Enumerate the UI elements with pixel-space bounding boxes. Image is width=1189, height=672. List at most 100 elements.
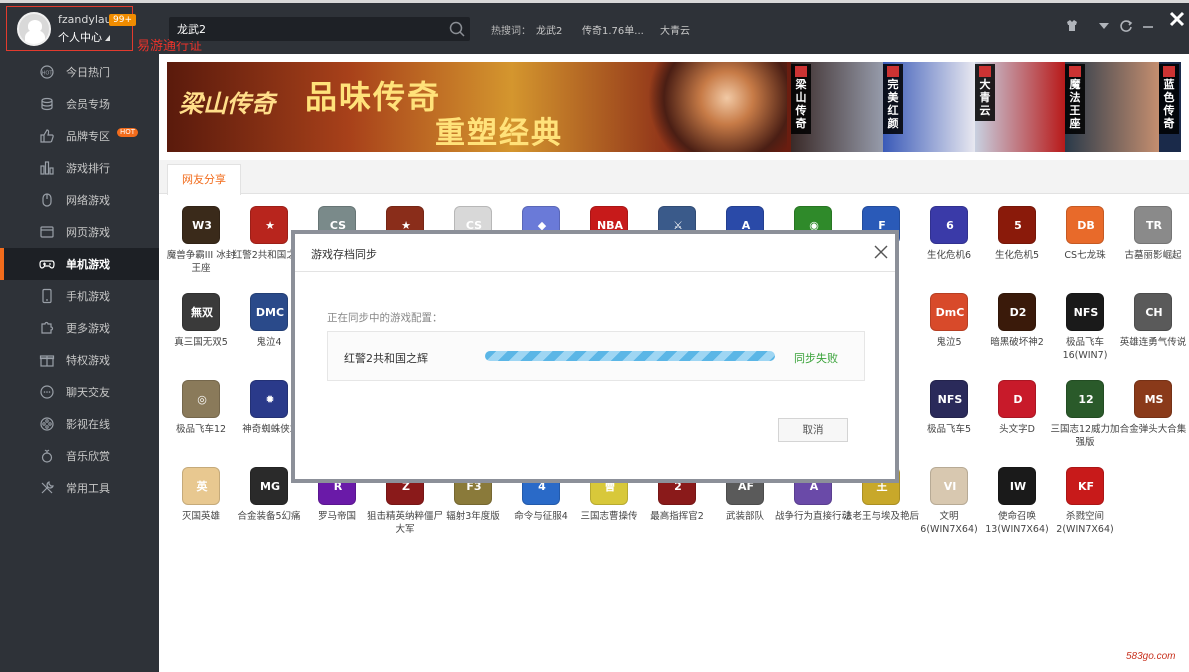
game-icon[interactable]: DB: [1066, 206, 1104, 244]
game-icon[interactable]: NFS: [930, 380, 968, 418]
game-icon[interactable]: CH: [1134, 293, 1172, 331]
close-icon[interactable]: [1166, 8, 1188, 30]
game-icon[interactable]: 無双: [182, 293, 220, 331]
gift-icon: [39, 355, 55, 367]
game-item[interactable]: DmC 鬼泣5: [915, 293, 983, 373]
game-icon-glyph: D: [1013, 393, 1023, 406]
game-item[interactable]: VI 文明6(WIN7X64): [915, 467, 983, 547]
game-icon[interactable]: 6: [930, 206, 968, 244]
game-item[interactable]: NFS 极品飞车16(WIN7): [1051, 293, 1119, 373]
game-label: 生化危机6: [926, 250, 972, 261]
game-icon[interactable]: DmC: [930, 293, 968, 331]
game-icon[interactable]: DMC: [250, 293, 288, 331]
sidebar-item-vip[interactable]: 会员专场: [0, 88, 159, 120]
promo-banner[interactable]: 梁山传奇 品味传奇 重塑经典 梁山传奇 完美红颜 大青云 魔法王座 蓝色传奇: [167, 62, 1181, 152]
game-icon[interactable]: MG: [250, 467, 288, 505]
search-input[interactable]: [177, 22, 437, 36]
message-badge[interactable]: 99+: [109, 14, 136, 26]
avatar[interactable]: [17, 12, 51, 46]
game-icon[interactable]: ★: [250, 206, 288, 244]
sidebar-item-online-games[interactable]: 网络游戏: [0, 184, 159, 216]
game-label: 灭国英雄: [181, 511, 220, 522]
game-icon[interactable]: VI: [930, 467, 968, 505]
sidebar-item-web-games[interactable]: 网页游戏: [0, 216, 159, 248]
tab-user-share[interactable]: 网友分享: [167, 164, 241, 195]
hot-icon: HOT: [40, 65, 54, 79]
game-label: 古墓丽影崛起: [1124, 250, 1182, 261]
hot-word[interactable]: 龙武2: [536, 22, 562, 37]
game-item[interactable]: W3 魔兽争霸III 冰封王座: [167, 206, 235, 286]
game-item[interactable]: DB CS七龙珠: [1051, 206, 1119, 286]
game-icon[interactable]: MS: [1134, 380, 1172, 418]
minimize-icon[interactable]: [1140, 18, 1156, 34]
game-icon[interactable]: ◎: [182, 380, 220, 418]
game-label: 命令与征服4: [514, 511, 568, 522]
sidebar-item-ranking[interactable]: 游戏排行: [0, 152, 159, 184]
game-item[interactable]: 英灭国英雄: [167, 467, 235, 547]
search-icon[interactable]: [448, 20, 466, 38]
game-icon-glyph: D2: [1009, 306, 1027, 319]
game-label: 三国志曹操传: [580, 511, 638, 522]
game-icon-glyph: MS: [1144, 393, 1164, 406]
game-icon-glyph: MG: [260, 480, 280, 493]
skin-icon[interactable]: [1064, 18, 1080, 34]
refresh-icon[interactable]: [1118, 18, 1134, 34]
cancel-button[interactable]: 取消: [778, 418, 848, 442]
banner-character-image: [637, 62, 787, 152]
sidebar-item-mobile-games[interactable]: 手机游戏: [0, 280, 159, 312]
game-item[interactable]: ◎ 极品飞车12: [167, 380, 235, 460]
game-item[interactable]: TR 古墓丽影崛起: [1119, 206, 1187, 286]
game-item[interactable]: 12 三国志12威力加强版: [1050, 380, 1120, 460]
chat-icon: [40, 385, 54, 399]
game-item[interactable]: 6 生化危机6: [915, 206, 983, 286]
game-icon-glyph: 6: [946, 219, 954, 232]
game-icon[interactable]: NFS: [1066, 293, 1104, 331]
sidebar-item-video[interactable]: 影视在线: [0, 408, 159, 440]
dropdown-icon[interactable]: [1096, 18, 1112, 34]
game-icon[interactable]: KF: [1066, 467, 1104, 505]
hot-word[interactable]: 传奇1.76单...: [582, 22, 644, 37]
promo-thumb[interactable]: 大青云: [975, 62, 1065, 152]
game-item[interactable]: D 头文字D: [983, 380, 1051, 460]
promo-thumb[interactable]: 魔法王座: [1065, 62, 1161, 152]
sidebar-item-brand[interactable]: 品牌专区 HOT: [0, 120, 159, 152]
game-icon[interactable]: W3: [182, 206, 220, 244]
promo-thumb[interactable]: 梁山传奇: [791, 62, 887, 152]
sidebar-item-chat[interactable]: 聊天交友: [0, 376, 159, 408]
game-icon[interactable]: ✹: [250, 380, 288, 418]
sidebar-item-single-player[interactable]: 单机游戏: [0, 248, 159, 280]
sidebar-item-music[interactable]: 音乐欣赏: [0, 440, 159, 472]
game-item[interactable]: NFS 极品飞车5: [915, 380, 983, 460]
game-icon-glyph: ◎: [197, 393, 207, 406]
user-center-link[interactable]: 个人中心: [58, 29, 110, 45]
game-item[interactable]: 無双 真三国无双5: [167, 293, 235, 373]
profile-box[interactable]: fzandylau 99+ 个人中心: [6, 6, 136, 51]
sidebar-item-more-games[interactable]: 更多游戏: [0, 312, 159, 344]
hot-word[interactable]: 大青云: [660, 22, 690, 37]
game-icon[interactable]: D2: [998, 293, 1036, 331]
search-box[interactable]: [169, 17, 470, 41]
title-bar: fzandylau 99+ 个人中心 易游通行证 热搜词： 龙武2 传奇1.76…: [0, 0, 1189, 54]
game-icon[interactable]: 12: [1066, 380, 1104, 418]
game-label: 战争行为直接行动: [775, 511, 852, 522]
sidebar-item-today-hot[interactable]: HOT 今日热门: [0, 56, 159, 88]
promo-thumb[interactable]: 完美红颜: [883, 62, 975, 152]
sidebar-item-privilege[interactable]: 特权游戏: [0, 344, 159, 376]
game-item[interactable]: D2 暗黑破坏神2: [983, 293, 1051, 373]
promo-thumb[interactable]: 蓝色传奇: [1159, 62, 1181, 152]
game-icon[interactable]: 5: [998, 206, 1036, 244]
banner-headline: 品味传奇: [305, 78, 442, 116]
game-item[interactable]: 5 生化危机5: [983, 206, 1051, 286]
game-item[interactable]: CH 英雄连勇气传说: [1119, 293, 1187, 373]
game-icon[interactable]: 英: [182, 467, 220, 505]
game-icon[interactable]: IW: [998, 467, 1036, 505]
game-icon[interactable]: TR: [1134, 206, 1172, 244]
game-item[interactable]: MS 合金弹头大合集: [1119, 380, 1187, 460]
game-item[interactable]: KF 杀戮空间2(WIN7X64): [1051, 467, 1119, 547]
game-item[interactable]: IW 使命召唤13(WIN7X64): [983, 467, 1051, 547]
close-icon[interactable]: [872, 243, 890, 261]
game-label: 杀戮空间2(WIN7X64): [1056, 511, 1114, 535]
dialog-title: 游戏存档同步: [311, 248, 377, 261]
sidebar-item-tools[interactable]: 常用工具: [0, 472, 159, 504]
game-icon[interactable]: D: [998, 380, 1036, 418]
